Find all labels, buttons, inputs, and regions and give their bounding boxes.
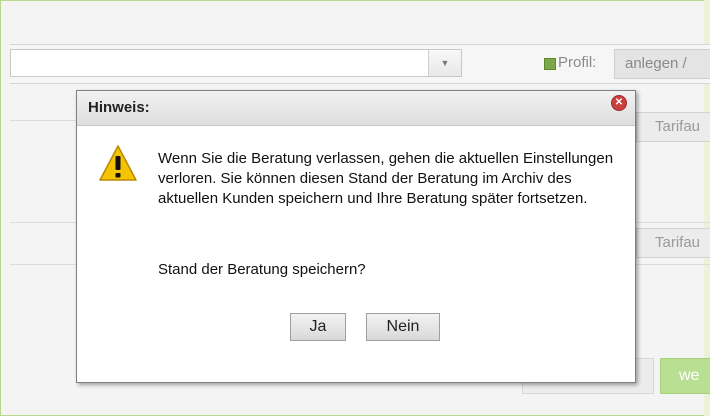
tarif-button-1[interactable]: Tarifau (636, 112, 710, 142)
chevron-down-icon: ▼ (440, 58, 450, 68)
close-icon: ✕ (614, 97, 624, 108)
dialog-question: Stand der Beratung speichern? (158, 261, 366, 278)
dialog-header: Hinweis: ✕ (77, 91, 635, 126)
yes-button[interactable]: Ja (290, 313, 346, 341)
profil-create-button[interactable]: anlegen / (614, 49, 710, 79)
tarif-button-2[interactable]: Tarifau (636, 228, 710, 258)
profile-icon (544, 58, 556, 70)
dropdown-button[interactable]: ▼ (428, 50, 461, 76)
next-button[interactable]: we (660, 358, 710, 394)
warning-icon (99, 145, 137, 181)
dialog-message: Wenn Sie die Beratung verlassen, gehen d… (158, 150, 614, 207)
dialog-title: Hinweis: (88, 99, 150, 116)
no-button[interactable]: Nein (366, 313, 440, 341)
hinweis-dialog: Hinweis: ✕ Wenn Sie die Beratung verlass… (76, 90, 636, 383)
customer-select[interactable]: ▼ (10, 49, 462, 77)
profil-label: Profil: (558, 54, 597, 71)
close-button[interactable]: ✕ (611, 95, 627, 111)
